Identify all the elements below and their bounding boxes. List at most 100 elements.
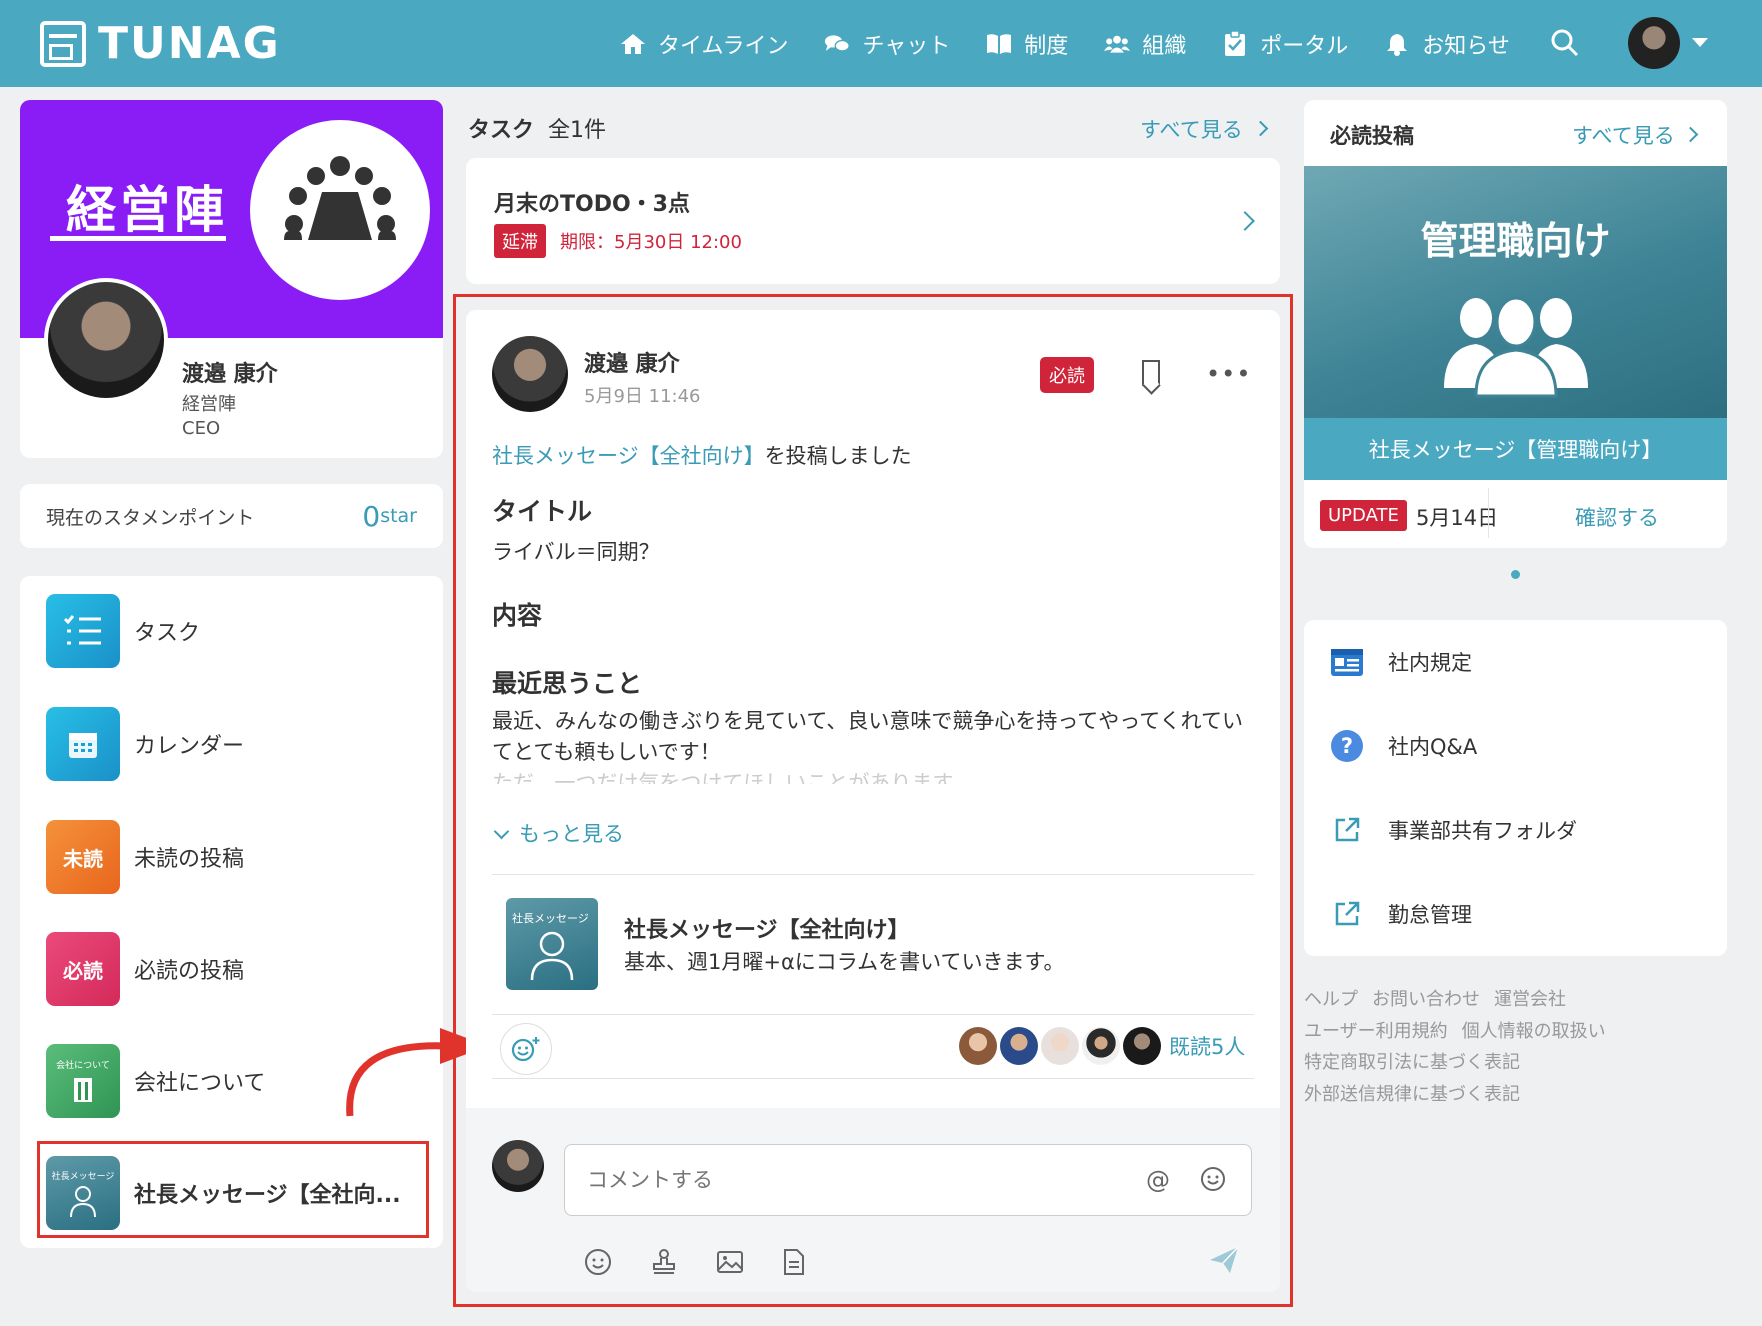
footer-link[interactable]: 運営会社 — [1494, 989, 1566, 1010]
footer-link[interactable]: ヘルプ — [1304, 989, 1358, 1010]
chevron-right-icon — [1683, 126, 1699, 143]
chevron-down-icon[interactable] — [1692, 38, 1708, 47]
tasks-header: タスク 全1件 — [468, 112, 606, 144]
profile-avatar[interactable] — [44, 278, 168, 402]
update-badge: UPDATE — [1320, 500, 1407, 531]
company-icon-text: 会社について — [56, 1061, 110, 1071]
link-label: 事業部共有フォルダ — [1388, 819, 1577, 843]
nav-portal[interactable]: ポータル — [1222, 28, 1348, 60]
profile-name[interactable]: 渡邉 康介 — [182, 356, 278, 388]
overdue-badge: 延滞 — [494, 224, 546, 258]
points-label: 現在のスタメンポイント — [46, 506, 255, 529]
external-link-icon — [1330, 813, 1364, 847]
confirm-button[interactable]: 確認する — [1575, 502, 1659, 532]
nav-label: 制度 — [1024, 33, 1069, 59]
company-icon: 会社について — [46, 1044, 120, 1118]
sidebar-item-label: 会社について — [134, 1071, 266, 1096]
link-internal-qa[interactable]: ? 社内Q&A — [1330, 726, 1477, 766]
banner-underline — [50, 236, 226, 241]
points-value: 0 — [362, 499, 381, 533]
sidebar-item-must-read[interactable]: 必読 必読の投稿 — [46, 932, 426, 1006]
nav-chat[interactable]: チャット — [824, 28, 950, 60]
sidebar-item-label: 必読の投稿 — [134, 959, 245, 984]
bell-icon — [1384, 32, 1410, 56]
footer-link[interactable]: 外部送信規律に基づく表記 — [1304, 1084, 1520, 1105]
link-attendance[interactable]: 勤怠管理 — [1330, 894, 1472, 934]
clipboard-icon — [1222, 30, 1248, 56]
link-label: 社内Q&A — [1388, 735, 1478, 759]
must-read-card: 必読投稿 すべて見る 管理職向け 社長メッセージ【管理職向け】 UPDATE 5… — [1304, 100, 1727, 548]
profile-card: 経営陣 渡邉 康介 経営陣 CEO — [20, 100, 443, 458]
nav-timeline[interactable]: タイムライン — [620, 28, 788, 60]
nav-label: 組織 — [1142, 33, 1187, 59]
task-list-icon — [46, 594, 120, 668]
see-all-label: すべて見る — [1140, 118, 1243, 142]
document-card-icon — [1330, 645, 1364, 679]
nav-label: お知らせ — [1422, 33, 1510, 59]
highlight-box — [37, 1141, 429, 1238]
banner-circle — [250, 120, 430, 300]
nav-system[interactable]: 制度 — [986, 28, 1068, 60]
footer-links: ヘルプ お問い合わせ 運営会社 ユーザー利用規約 個人情報の取扱い 特定商取引法に基づ… — [1304, 984, 1744, 1110]
calendar-icon — [46, 707, 120, 781]
tasks-title: タスク — [468, 118, 535, 143]
task-title: 月末のTODO・3点 — [494, 192, 690, 217]
chat-icon — [824, 32, 851, 56]
main-nav: タイムライン チャット 制度 組織 ポータル お知らせ — [620, 0, 1546, 87]
nav-notifications[interactable]: お知らせ — [1384, 28, 1510, 60]
carousel-indicator[interactable] — [1511, 570, 1520, 579]
logo-icon — [40, 20, 86, 67]
chevron-right-icon — [1253, 120, 1269, 137]
sidebar-item-calendar[interactable]: カレンダー — [46, 707, 426, 781]
nav-label: チャット — [862, 33, 951, 59]
task-due-date: 期限：5月30日 12:00 — [560, 232, 742, 253]
nav-label: ポータル — [1260, 33, 1349, 59]
must-read-image[interactable]: 管理職向け — [1304, 166, 1727, 418]
must-read-image-title: 管理職向け — [1420, 219, 1611, 263]
footer-link[interactable]: 特定商取引法に基づく表記 — [1304, 1052, 1520, 1073]
meeting-icon — [284, 156, 396, 240]
book-icon — [986, 32, 1012, 56]
logo[interactable]: TUNAG — [40, 18, 281, 69]
chevron-right-icon — [1235, 211, 1255, 231]
see-all-label: すべて見る — [1572, 124, 1675, 148]
sidebar-item-unread[interactable]: 未読 未読の投稿 — [46, 820, 426, 894]
link-internal-rules[interactable]: 社内規定 — [1330, 642, 1472, 682]
footer-row: 特定商取引法に基づく表記 — [1304, 1047, 1744, 1079]
must-read-caption[interactable]: 社長メッセージ【管理職向け】 — [1304, 418, 1727, 480]
divider — [1488, 488, 1489, 538]
profile-role: CEO — [182, 418, 221, 439]
sidebar-item-label: タスク — [134, 621, 201, 646]
search-icon[interactable] — [1550, 28, 1580, 58]
tasks-see-all-link[interactable]: すべて見る — [1140, 114, 1269, 144]
profile-department: 経営陣 — [182, 394, 236, 415]
banner-title: 経営陣 — [66, 181, 228, 239]
top-navbar: TUNAG タイムライン チャット 制度 組織 ポータル お知らせ — [0, 0, 1762, 87]
task-item[interactable]: 月末のTODO・3点 延滞 期限：5月30日 12:00 — [466, 158, 1280, 284]
nav-label: タイムライン — [658, 33, 789, 59]
update-date: 5月14日 — [1416, 506, 1499, 530]
link-label: 社内規定 — [1388, 651, 1472, 675]
unread-icon: 未読 — [46, 820, 120, 894]
must-read-icon: 必読 — [46, 932, 120, 1006]
group-icon — [1444, 296, 1588, 398]
must-read-title: 必読投稿 — [1330, 124, 1414, 148]
sidebar-item-tasks[interactable]: タスク — [46, 594, 426, 668]
question-icon: ? — [1330, 729, 1364, 763]
users-icon — [1104, 32, 1131, 56]
quick-links-card: 社内規定 ? 社内Q&A 事業部共有フォルダ 勤怠管理 — [1304, 620, 1727, 956]
footer-link[interactable]: ユーザー利用規約 — [1304, 1021, 1448, 1042]
footer-link[interactable]: 個人情報の取扱い — [1462, 1021, 1606, 1042]
footer-link[interactable]: お問い合わせ — [1372, 989, 1480, 1010]
sidebar-item-label: 未読の投稿 — [134, 847, 245, 872]
footer-row: 外部送信規律に基づく表記 — [1304, 1079, 1744, 1111]
svg-text:?: ? — [1341, 734, 1353, 758]
must-read-see-all-link[interactable]: すべて見る — [1572, 120, 1699, 150]
tasks-count: 全1件 — [548, 118, 607, 143]
link-label: 勤怠管理 — [1388, 903, 1472, 927]
points-card[interactable]: 現在のスタメンポイント 0 star — [20, 484, 443, 548]
nav-organization[interactable]: 組織 — [1104, 28, 1186, 60]
points-unit: star — [380, 505, 417, 527]
user-avatar[interactable] — [1628, 17, 1680, 69]
link-shared-folder[interactable]: 事業部共有フォルダ — [1330, 810, 1577, 850]
